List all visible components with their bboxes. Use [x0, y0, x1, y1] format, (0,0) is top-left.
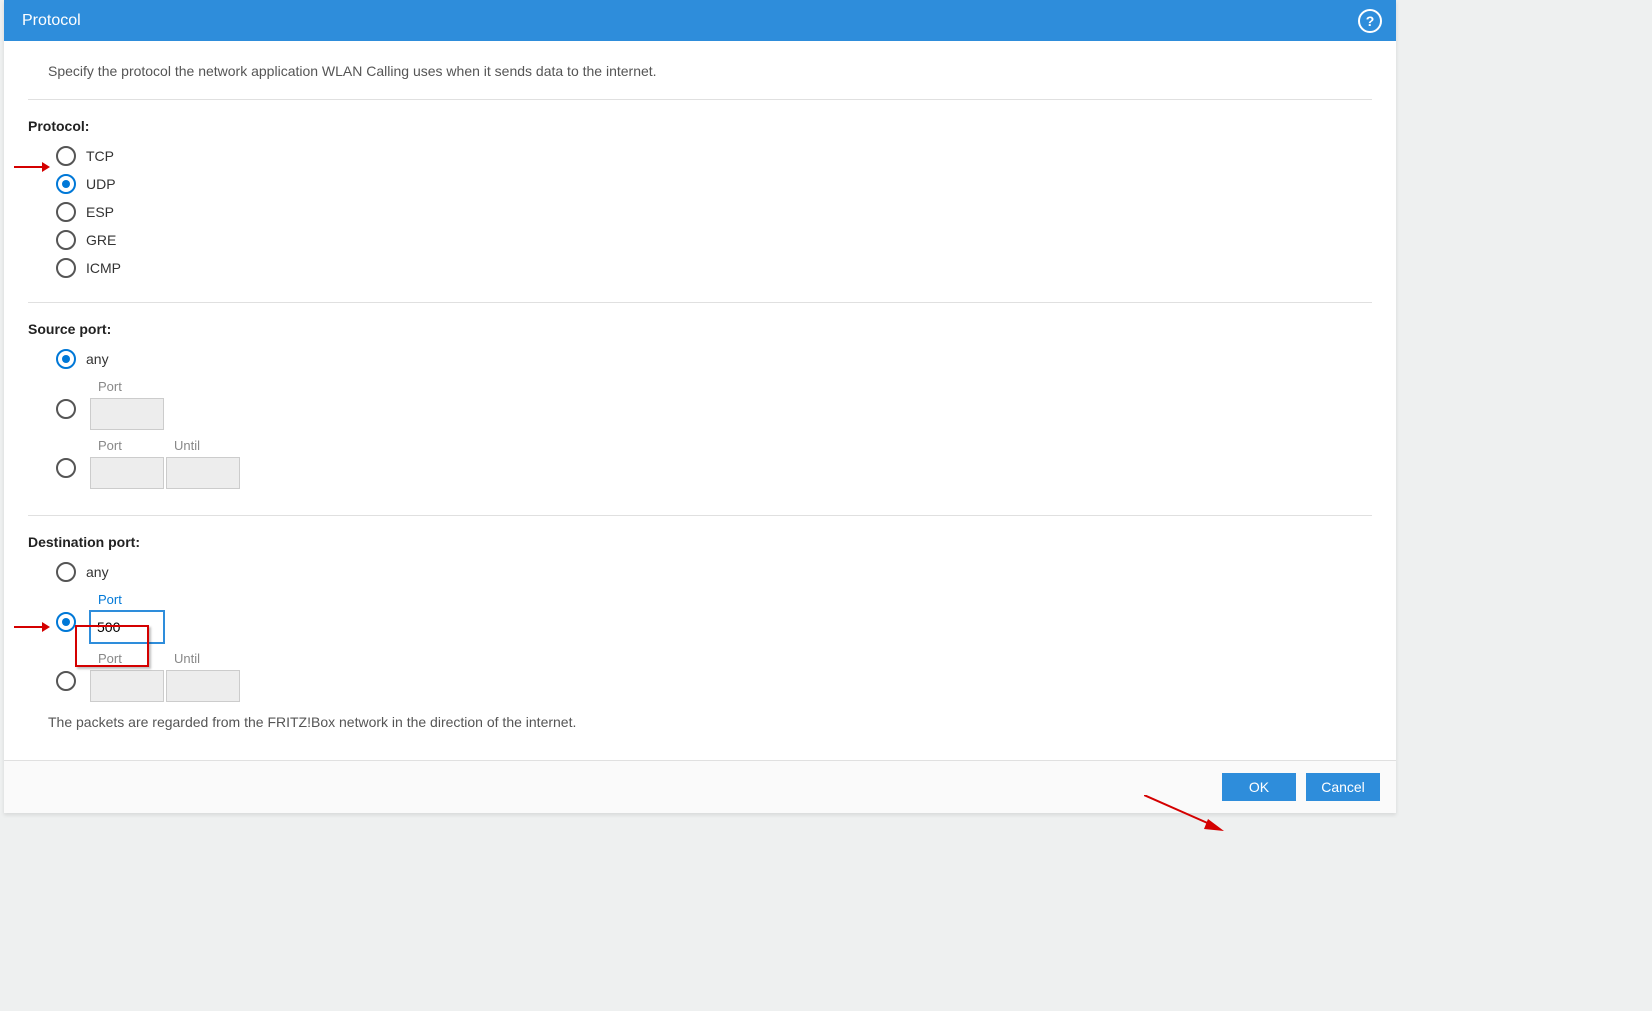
- protocol-label: Protocol:: [28, 118, 1372, 134]
- radio-icon[interactable]: [56, 562, 76, 582]
- source-option-single[interactable]: Port: [56, 379, 1372, 430]
- port-column: Port: [90, 438, 164, 489]
- radio-icon[interactable]: [56, 174, 76, 194]
- radio-icon[interactable]: [56, 349, 76, 369]
- source-port-section: Source port: any Port Port: [28, 303, 1372, 516]
- help-icon[interactable]: ?: [1358, 9, 1382, 33]
- radio-label: GRE: [86, 232, 116, 248]
- dialog-footer: OK Cancel: [4, 760, 1396, 813]
- protocol-option-udp[interactable]: UDP: [56, 172, 1372, 196]
- until-column: Until: [166, 651, 240, 702]
- port-column: Port: [90, 379, 164, 430]
- radio-label: ICMP: [86, 260, 121, 276]
- dest-option-range[interactable]: Port Until: [56, 651, 1372, 702]
- protocol-option-tcp[interactable]: TCP: [56, 144, 1372, 168]
- destination-port-label: Destination port:: [28, 534, 1372, 550]
- radio-label: any: [86, 351, 109, 367]
- radio-icon[interactable]: [56, 230, 76, 250]
- source-range-to-input[interactable]: [166, 457, 240, 489]
- ok-button[interactable]: OK: [1222, 773, 1296, 801]
- protocol-option-icmp[interactable]: ICMP: [56, 256, 1372, 280]
- dest-single-port-input[interactable]: [90, 611, 164, 643]
- protocol-dialog: Protocol ? Specify the protocol the netw…: [4, 0, 1396, 813]
- radio-label: any: [86, 564, 109, 580]
- radio-label: TCP: [86, 148, 114, 164]
- radio-icon[interactable]: [56, 671, 76, 691]
- source-option-range[interactable]: Port Until: [56, 438, 1372, 489]
- port-field-label: Port: [98, 651, 164, 666]
- source-single-port-input[interactable]: [90, 398, 164, 430]
- destination-port-section: Destination port: any Port Por: [28, 516, 1372, 752]
- until-field-label: Until: [174, 651, 240, 666]
- radio-icon[interactable]: [56, 202, 76, 222]
- port-column: Port: [90, 651, 164, 702]
- port-column: Port: [90, 592, 164, 643]
- dest-option-single[interactable]: Port: [56, 592, 1372, 643]
- source-port-label: Source port:: [28, 321, 1372, 337]
- radio-label: UDP: [86, 176, 116, 192]
- page-title: Protocol: [22, 12, 1358, 30]
- intro-text: Specify the protocol the network applica…: [28, 41, 1372, 100]
- radio-icon[interactable]: [56, 458, 76, 478]
- cancel-button[interactable]: Cancel: [1306, 773, 1380, 801]
- source-range-from-input[interactable]: [90, 457, 164, 489]
- source-option-any[interactable]: any: [56, 347, 1372, 371]
- dest-option-any[interactable]: any: [56, 560, 1372, 584]
- dialog-body: Specify the protocol the network applica…: [4, 41, 1396, 760]
- protocol-option-esp[interactable]: ESP: [56, 200, 1372, 224]
- until-column: Until: [166, 438, 240, 489]
- port-field-label: Port: [98, 592, 164, 607]
- until-field-label: Until: [174, 438, 240, 453]
- port-field-label: Port: [98, 379, 164, 394]
- dest-range-to-input[interactable]: [166, 670, 240, 702]
- protocol-section: Protocol: TCP UDP ESP GRE ICMP: [28, 100, 1372, 303]
- port-field-label: Port: [98, 438, 164, 453]
- radio-label: ESP: [86, 204, 114, 220]
- footer-note: The packets are regarded from the FRITZ!…: [48, 714, 1372, 730]
- radio-icon[interactable]: [56, 258, 76, 278]
- radio-icon[interactable]: [56, 399, 76, 419]
- dest-range-from-input[interactable]: [90, 670, 164, 702]
- titlebar: Protocol ?: [4, 0, 1396, 41]
- radio-icon[interactable]: [56, 612, 76, 632]
- radio-icon[interactable]: [56, 146, 76, 166]
- protocol-option-gre[interactable]: GRE: [56, 228, 1372, 252]
